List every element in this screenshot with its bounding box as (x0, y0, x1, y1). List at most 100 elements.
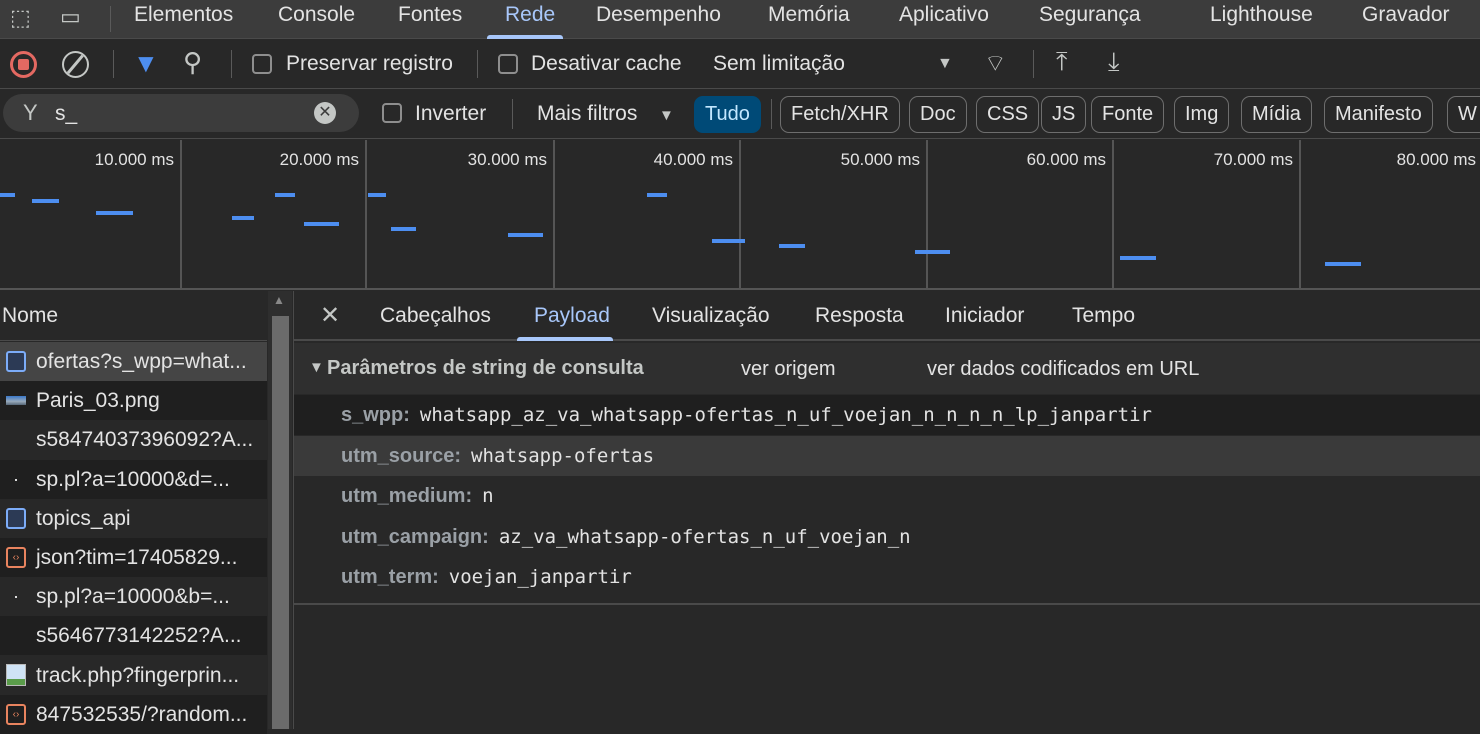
timeline-request-bar (0, 193, 15, 197)
tab-lighthouse[interactable]: Lighthouse (1210, 3, 1313, 27)
script-icon: ‹› (6, 703, 26, 725)
network-conditions-icon[interactable]: ⌔ (984, 48, 1007, 78)
export-har-icon[interactable]: ⤓ (1108, 46, 1120, 78)
name-column-header[interactable]: Nome (0, 291, 267, 341)
filter-type-js[interactable]: JS (1041, 96, 1087, 133)
name-column-label: Nome (2, 304, 59, 327)
timeline-request-bar (508, 233, 543, 237)
tab-cabecalhos[interactable]: Cabeçalhos (380, 304, 491, 328)
chevron-down-icon[interactable]: ▼ (659, 107, 674, 124)
timeline-tick-label: 80.000 ms (1396, 150, 1476, 169)
param-value: voejan_janpartir (448, 566, 632, 588)
filter-type-css[interactable]: CSS (976, 96, 1040, 133)
network-overview-timeline[interactable]: 10.000 ms 20.000 ms 30.000 ms 40.000 ms 50.0… (0, 140, 1480, 290)
query-param-row[interactable]: utm_term: voejan_janpartir (294, 557, 1480, 597)
timeline-request-bar (96, 211, 133, 215)
invert-checkbox[interactable] (382, 103, 402, 123)
timeline-gridline (553, 140, 555, 290)
filter-type-manifesto[interactable]: Manifesto (1324, 96, 1433, 133)
tab-fontes[interactable]: Fontes (398, 3, 462, 27)
query-params-section-header[interactable]: ▼ Parâmetros de string de consulta ver o… (294, 343, 1480, 394)
preserve-log-checkbox[interactable] (252, 54, 272, 74)
request-row[interactable]: sp.pl?a=10000&b=... (0, 577, 267, 617)
query-param-row[interactable]: utm_source: whatsapp-ofertas (294, 435, 1480, 476)
filter-type-fetch-xhr[interactable]: Fetch/XHR (780, 96, 900, 133)
filter-type-ws[interactable]: W (1447, 96, 1480, 133)
view-url-encoded-link[interactable]: ver dados codificados em URL (927, 358, 1199, 381)
filter-input[interactable]: Y s_ ✕ (3, 94, 359, 132)
filter-value: s_ (55, 102, 78, 125)
filter-type-fonte[interactable]: Fonte (1091, 96, 1165, 133)
disable-cache-label: Desativar cache (531, 52, 682, 75)
request-name: sp.pl?a=10000&b=... (36, 585, 230, 609)
tab-tempo[interactable]: Tempo (1072, 304, 1135, 328)
scrollbar-thumb[interactable] (272, 316, 289, 729)
tab-iniciador[interactable]: Iniciador (945, 304, 1024, 328)
tab-visualizacao[interactable]: Visualização (652, 304, 770, 328)
timeline-request-bar (779, 244, 805, 248)
query-param-row[interactable]: utm_campaign: az_va_whatsapp-ofertas_n_uf… (294, 516, 1480, 557)
query-param-row[interactable]: s_wpp: whatsapp_az_va_whatsapp-ofertas_n_… (294, 395, 1480, 435)
timeline-gridline (739, 140, 741, 290)
tab-payload[interactable]: Payload (534, 304, 610, 328)
request-row[interactable]: s58474037396092?A... (0, 420, 267, 460)
filter-type-doc[interactable]: Doc (909, 96, 967, 133)
request-row[interactable]: topics_api (0, 498, 267, 538)
request-list: Nome ofertas?s_wpp=what... Paris_03.png s5… (0, 291, 267, 734)
search-icon[interactable]: ⚲ (183, 47, 202, 78)
tab-desempenho[interactable]: Desempenho (596, 3, 721, 27)
chevron-down-icon[interactable]: ▼ (937, 55, 953, 73)
param-value: n (482, 485, 494, 507)
query-param-row[interactable]: utm_medium: n (294, 476, 1480, 516)
timeline-request-bar (32, 199, 59, 203)
request-name: s5646773142252?A... (36, 624, 242, 648)
timeline-gridline (926, 140, 928, 290)
request-row[interactable]: Paris_03.png (0, 381, 267, 421)
clear-icon[interactable] (62, 51, 89, 78)
disable-cache-checkbox[interactable] (498, 54, 518, 74)
param-pair: s_wpp: whatsapp_az_va_whatsapp-ofertas_n_… (341, 404, 1152, 427)
request-row[interactable]: ‹› 847532535/?random... (0, 694, 267, 734)
param-pair: utm_campaign: az_va_whatsapp-ofertas_n_uf… (341, 526, 911, 549)
throttling-select[interactable]: Sem limitação (713, 52, 845, 76)
request-row[interactable]: ‹› json?tim=17405829... (0, 538, 267, 577)
invert-label: Inverter (415, 102, 487, 125)
request-row[interactable]: s5646773142252?A... (0, 616, 267, 656)
filter-type-midia[interactable]: Mídia (1241, 96, 1312, 133)
timeline-tick-label: 60.000 ms (1026, 150, 1106, 169)
tab-console[interactable]: Console (278, 3, 355, 27)
tab-gravador[interactable]: Gravador (1362, 3, 1450, 27)
stop-recording-icon[interactable] (10, 51, 37, 78)
request-row[interactable]: track.php?fingerprin... (0, 655, 267, 695)
timeline-request-bar (232, 216, 254, 220)
filter-icon[interactable]: ▼ (133, 48, 159, 79)
tab-resposta[interactable]: Resposta (815, 304, 904, 328)
request-name: ofertas?s_wpp=what... (36, 350, 247, 373)
close-icon[interactable]: ✕ (320, 301, 340, 330)
active-tab-indicator (517, 337, 613, 341)
tab-rede[interactable]: Rede (505, 3, 555, 27)
scroll-up-icon[interactable]: ▲ (273, 293, 285, 307)
clear-filter-icon[interactable]: ✕ (314, 102, 336, 124)
document-icon (6, 507, 26, 529)
filter-type-img[interactable]: Img (1174, 96, 1230, 133)
tab-memoria[interactable]: Memória (768, 3, 850, 27)
tab-seguranca[interactable]: Segurança (1039, 3, 1141, 27)
timeline-gridline (365, 140, 367, 290)
view-source-link[interactable]: ver origem (741, 358, 835, 381)
param-pair: utm_source: whatsapp-ofertas (341, 445, 654, 468)
inspect-element-icon[interactable]: ⬚ (10, 5, 31, 31)
tab-aplicativo[interactable]: Aplicativo (899, 3, 989, 27)
preserve-log-label: Preservar registro (286, 52, 453, 75)
filter-type-tudo[interactable]: Tudo (694, 96, 761, 133)
timeline-request-bar (1325, 262, 1361, 266)
active-tab-indicator (487, 35, 563, 39)
request-row[interactable]: sp.pl?a=10000&d=... (0, 459, 267, 499)
import-har-icon[interactable]: ⤒ (1056, 46, 1068, 78)
timeline-gridline (1299, 140, 1301, 290)
device-toolbar-icon[interactable]: ▭ (60, 4, 81, 30)
detail-tab-bar: ✕ Cabeçalhos Payload Visualização Respos… (294, 291, 1480, 341)
more-filters-dropdown[interactable]: Mais filtros (537, 102, 637, 126)
request-row[interactable]: ofertas?s_wpp=what... (0, 342, 267, 381)
tab-elementos[interactable]: Elementos (134, 3, 233, 27)
